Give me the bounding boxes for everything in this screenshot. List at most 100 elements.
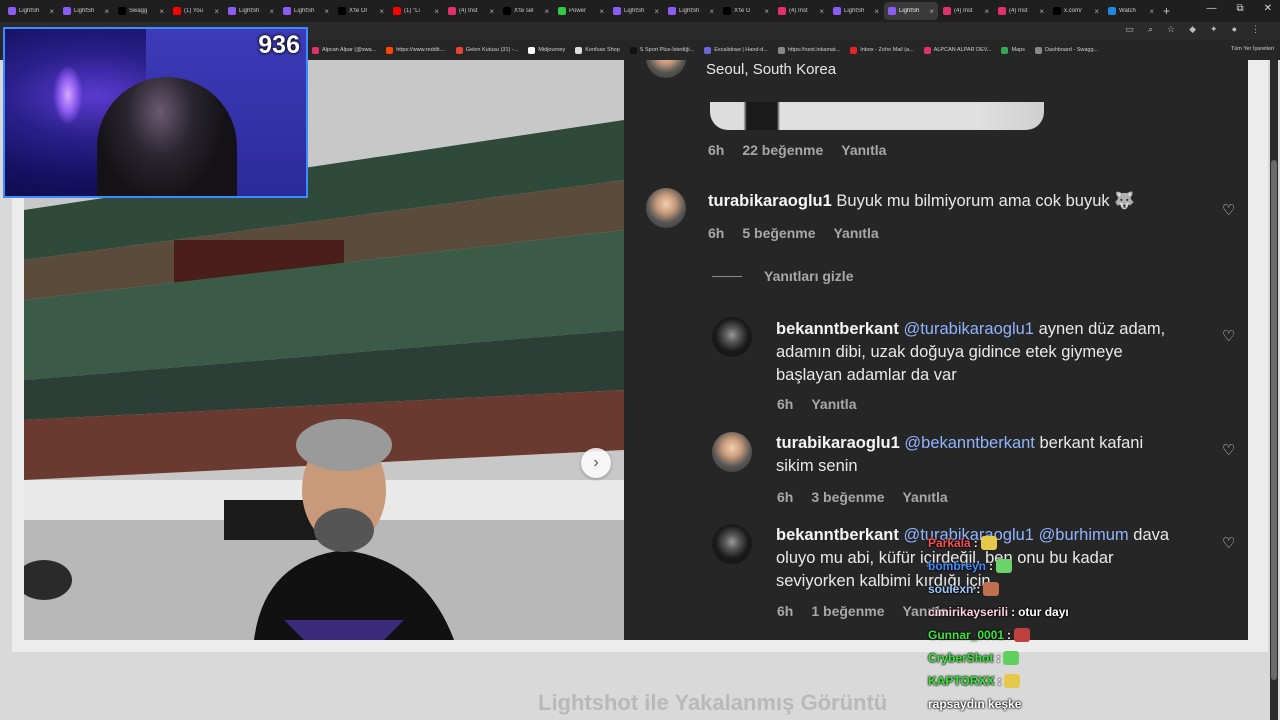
reply-username[interactable]: bekanntberkant	[776, 526, 899, 544]
close-tab-icon[interactable]: ×	[159, 7, 164, 16]
close-tab-icon[interactable]: ×	[104, 7, 109, 16]
avatar[interactable]	[712, 432, 752, 472]
close-tab-icon[interactable]: ×	[764, 7, 769, 16]
close-tab-icon[interactable]: ×	[929, 7, 934, 16]
close-tab-icon[interactable]: ×	[544, 7, 549, 16]
close-tab-icon[interactable]: ×	[269, 7, 274, 16]
menu-icon[interactable]: ⋮	[1251, 24, 1260, 35]
comment-likes[interactable]: 5 beğenme	[742, 225, 815, 241]
browser-tab[interactable]: X'te sel ×	[499, 2, 553, 20]
puzzle-icon[interactable]: ✦	[1210, 24, 1218, 35]
browser-tab[interactable]: LightSh ×	[279, 2, 333, 20]
browser-tab[interactable]: LightSh ×	[664, 2, 718, 20]
bookmark-item[interactable]: Konfuse Shop	[575, 46, 620, 54]
close-window-icon[interactable]: ✕	[1264, 3, 1272, 14]
browser-tab[interactable]: Watch ×	[1104, 2, 1158, 20]
close-tab-icon[interactable]: ×	[489, 7, 494, 16]
close-tab-icon[interactable]: ×	[1094, 7, 1099, 16]
all-bookmarks-link[interactable]: Tüm Yer İşaretleri	[1231, 46, 1274, 52]
post-author-avatar[interactable]	[646, 60, 686, 78]
reply-button[interactable]: Yanıtla	[841, 142, 886, 158]
bookmark-item[interactable]: Excalidraw | Hand-d...	[704, 46, 768, 54]
tab-label: (4) Inst	[789, 8, 808, 14]
close-tab-icon[interactable]: ×	[1149, 7, 1154, 16]
bookmark-favicon-icon	[777, 46, 785, 54]
reply-username[interactable]: turabikaraoglu1	[776, 434, 900, 452]
close-tab-icon[interactable]: ×	[599, 7, 604, 16]
reply-likes[interactable]: 1 beğenme	[811, 603, 884, 619]
scrollbar-thumb[interactable]	[1271, 160, 1277, 680]
like-heart-icon[interactable]: ♡	[1222, 441, 1235, 459]
close-tab-icon[interactable]: ×	[874, 7, 879, 16]
close-tab-icon[interactable]: ×	[654, 7, 659, 16]
browser-tab[interactable]: LightSh ×	[829, 2, 883, 20]
bookmark-item[interactable]: Dashboard - Swagg...	[1034, 46, 1098, 54]
cast-icon[interactable]: ▭	[1125, 24, 1134, 35]
reply-button[interactable]: Yanıtla	[833, 225, 878, 241]
bookmark-item[interactable]: Alpcan Alpar (@swa...	[312, 46, 376, 54]
bookmark-item[interactable]: Midjourney	[528, 46, 566, 54]
bookmark-item[interactable]: Inbox - Zoho Mail (a...	[850, 46, 914, 54]
comment-likes[interactable]: 22 beğenme	[742, 142, 823, 158]
zoom-icon[interactable]: ⌕	[1148, 24, 1153, 35]
reply-text-line: sikim senin	[776, 457, 858, 475]
browser-tab[interactable]: Power ×	[554, 2, 608, 20]
reply-likes[interactable]: 3 beğenme	[811, 489, 884, 505]
next-image-button[interactable]: ›	[581, 448, 611, 478]
reply-username[interactable]: bekanntberkant	[776, 320, 899, 338]
browser-tab[interactable]: LightSh ×	[609, 2, 663, 20]
close-tab-icon[interactable]: ×	[434, 7, 439, 16]
browser-tab[interactable]: (4) Inst ×	[444, 2, 498, 20]
close-tab-icon[interactable]: ×	[324, 7, 329, 16]
reply-button[interactable]: Yanıtla	[811, 396, 856, 412]
comment-username[interactable]: turabikaraoglu1	[708, 192, 832, 210]
avatar[interactable]	[712, 317, 752, 357]
close-tab-icon[interactable]: ×	[214, 7, 219, 16]
close-tab-icon[interactable]: ×	[984, 7, 989, 16]
like-heart-icon[interactable]: ♡	[1222, 327, 1235, 345]
bookmark-item[interactable]: S Sport Plus-İstediği...	[629, 46, 694, 54]
browser-tab[interactable]: X'te Ol ×	[334, 2, 388, 20]
like-heart-icon[interactable]: ♡	[1222, 201, 1235, 219]
bookmark-label: Midjourney	[538, 47, 566, 53]
minimize-icon[interactable]: —	[1206, 3, 1216, 14]
browser-tab[interactable]: LightSh ×	[884, 2, 938, 20]
browser-tab[interactable]: X'te G ×	[719, 2, 773, 20]
browser-tab[interactable]: (4) Inst ×	[994, 2, 1048, 20]
reply-mention[interactable]: @burhimum	[1039, 526, 1129, 544]
bookmark-item[interactable]: ALPCAN ALPAR DEV...	[923, 46, 991, 54]
new-tab-button[interactable]: +	[1163, 4, 1170, 18]
close-tab-icon[interactable]: ×	[49, 7, 54, 16]
close-tab-icon[interactable]: ×	[379, 7, 384, 16]
browser-tab[interactable]: (1) "Li ×	[389, 2, 443, 20]
avatar[interactable]	[646, 188, 686, 228]
reply-mention[interactable]: @turabikaraoglu1	[903, 320, 1034, 338]
browser-tab[interactable]: (4) Inst ×	[939, 2, 993, 20]
browser-tab[interactable]: x.com/ ×	[1049, 2, 1103, 20]
bookmark-item[interactable]: Gelen Kutusu (31) -...	[455, 46, 518, 54]
tab-favicon-icon	[668, 7, 676, 15]
close-tab-icon[interactable]: ×	[1039, 7, 1044, 16]
maximize-icon[interactable]: ⧉	[1236, 3, 1243, 14]
extension-icon[interactable]: ◆	[1189, 24, 1196, 35]
like-heart-icon[interactable]: ♡	[1222, 534, 1235, 552]
browser-tab[interactable]: (1) You ×	[169, 2, 223, 20]
star-icon[interactable]: ☆	[1167, 24, 1175, 35]
bookmark-item[interactable]: https://next.inkamat...	[777, 46, 840, 54]
bookmark-item[interactable]: https://www.reddit....	[386, 46, 446, 54]
close-tab-icon[interactable]: ×	[819, 7, 824, 16]
browser-tab[interactable]: LightSh ×	[224, 2, 278, 20]
reply-button[interactable]: Yanıtla	[902, 489, 947, 505]
browser-tab[interactable]: LightSh ×	[4, 2, 58, 20]
browser-tab[interactable]: LightSh ×	[59, 2, 113, 20]
bookmark-item[interactable]: Maps	[1001, 46, 1025, 54]
reply-mention[interactable]: @bekanntberkant	[904, 434, 1035, 452]
avatar[interactable]	[712, 524, 752, 564]
post-location[interactable]: Seoul, South Korea	[706, 61, 836, 78]
close-tab-icon[interactable]: ×	[709, 7, 714, 16]
chat-emote-icon	[996, 559, 1013, 573]
hide-replies-button[interactable]: Yanıtları gizle	[712, 268, 853, 284]
browser-tab[interactable]: Swagg ×	[114, 2, 168, 20]
browser-tab[interactable]: (4) Inst ×	[774, 2, 828, 20]
profile-icon[interactable]: ●	[1232, 24, 1237, 35]
